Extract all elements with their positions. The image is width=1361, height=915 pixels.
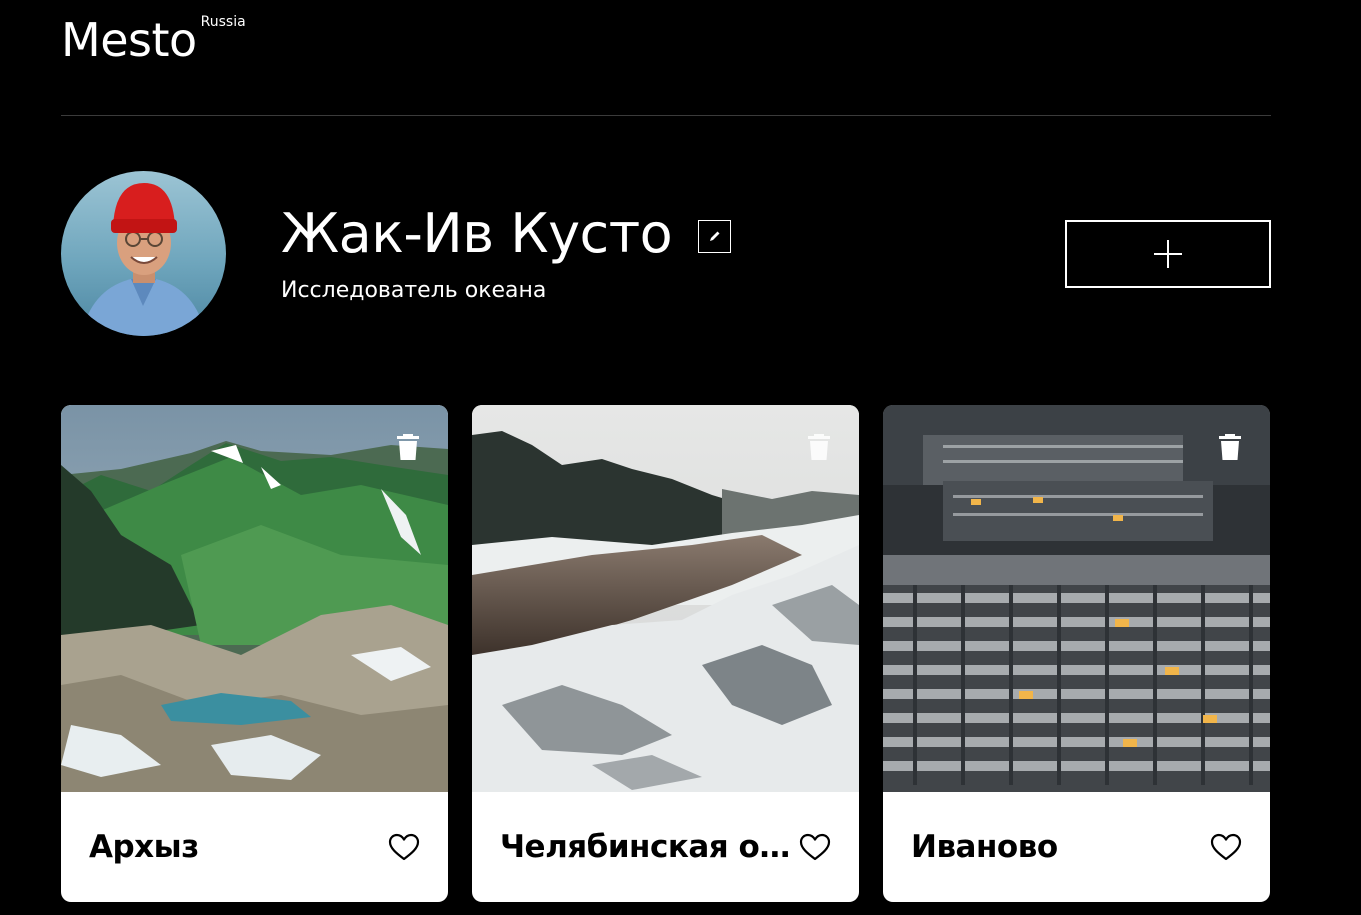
card-image[interactable] (61, 405, 448, 792)
snowy-river-landscape (472, 405, 859, 792)
apartment-blocks-city (883, 405, 1270, 792)
profile-about: Исследователь океана (281, 278, 547, 303)
plus-icon (1154, 240, 1182, 268)
card-footer: Челябинская об… (472, 792, 859, 902)
delete-card-button[interactable] (1218, 433, 1242, 461)
card: Челябинская об… (472, 405, 859, 902)
profile-info: Жак-Ив Кусто Исследователь океана (281, 202, 732, 304)
card-title: Челябинская об… (500, 829, 799, 865)
card-title: Иваново (911, 829, 1058, 865)
edit-profile-button[interactable] (698, 219, 732, 253)
like-button[interactable] (388, 833, 420, 861)
logo-word: Mesto (61, 13, 197, 67)
like-button[interactable] (1210, 833, 1242, 861)
trash-icon (397, 434, 419, 460)
logo[interactable]: Mesto Russia (61, 14, 246, 66)
card-image[interactable] (883, 405, 1270, 792)
heart-outline-icon (1210, 833, 1242, 861)
card-footer: Архыз (61, 792, 448, 902)
card-image[interactable] (472, 405, 859, 792)
trash-icon (1219, 434, 1241, 460)
add-card-button[interactable] (1065, 220, 1271, 288)
avatar[interactable] (61, 171, 226, 336)
page: Mesto Russia Жак-Ив Кусто Исследователь … (0, 0, 1361, 915)
pencil-icon (709, 231, 720, 241)
avatar-photo (61, 171, 226, 336)
heart-outline-icon (799, 833, 831, 861)
delete-card-button[interactable] (807, 433, 831, 461)
card-footer: Иваново (883, 792, 1270, 902)
like-button[interactable] (799, 833, 831, 861)
delete-card-button[interactable] (396, 433, 420, 461)
profile-name-row: Жак-Ив Кусто (281, 202, 732, 266)
profile-name: Жак-Ив Кусто (281, 202, 673, 265)
logo-suffix: Russia (200, 14, 246, 30)
header: Mesto Russia (61, 0, 1271, 116)
card-title: Архыз (89, 829, 199, 865)
mountain-lake-landscape (61, 405, 448, 792)
heart-outline-icon (388, 833, 420, 861)
cards-grid: Архыз Челябинская об… Иваново (61, 405, 1271, 902)
card: Архыз (61, 405, 448, 902)
trash-icon (808, 434, 830, 460)
card: Иваново (883, 405, 1270, 902)
